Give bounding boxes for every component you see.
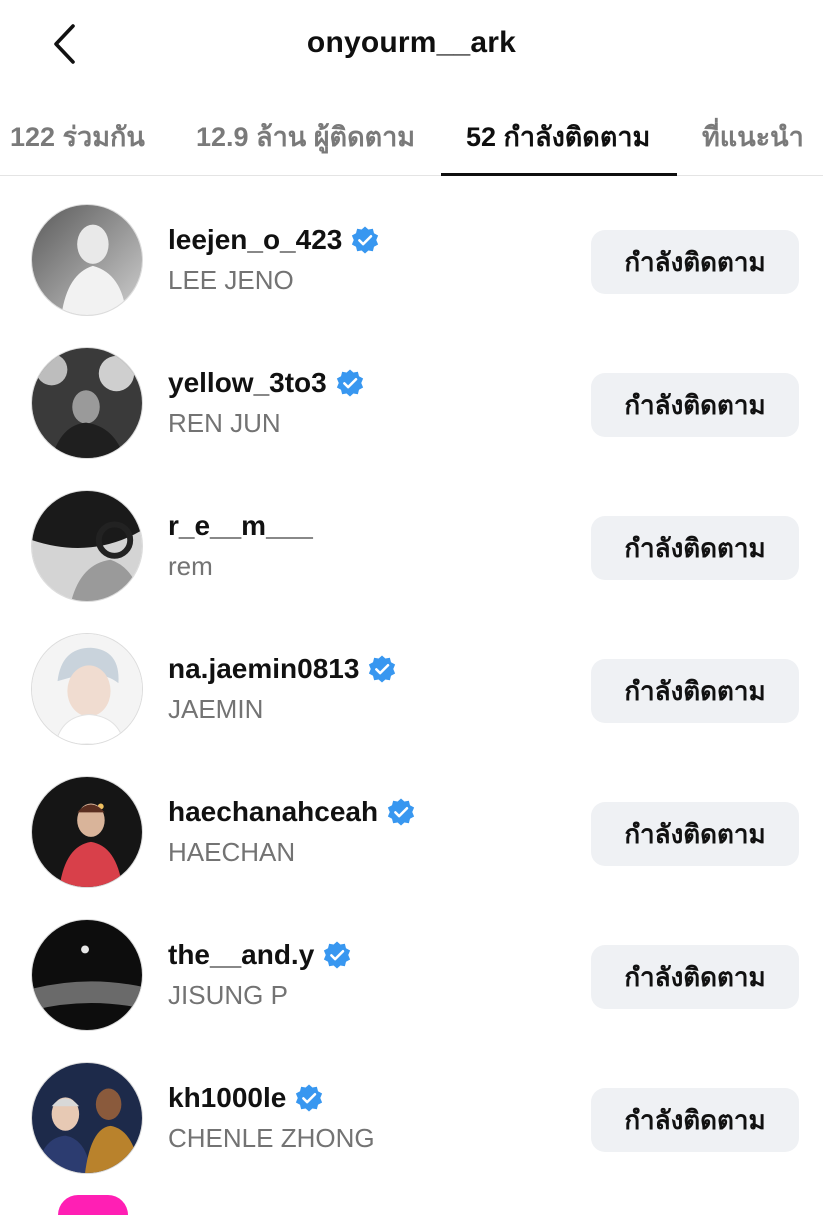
top-bar: onyourm__ark [0, 0, 823, 90]
username-link[interactable]: r_e__m___ [168, 510, 313, 542]
avatar[interactable] [31, 347, 143, 459]
avatar[interactable] [31, 633, 143, 745]
list-item[interactable]: r_e__m___ rem กำลังติดตาม [0, 462, 823, 605]
list-item[interactable]: yellow_3to3 REN JUN กำลังติดตาม [0, 319, 823, 462]
full-name: HAECHAN [168, 837, 296, 867]
verified-badge-icon [324, 941, 351, 969]
tab-following[interactable]: 52 กำลังติดตาม [466, 115, 650, 158]
username: haechanahceah [168, 796, 379, 827]
tab-followers[interactable]: 12.9 ล้าน ผู้ติดตาม [196, 115, 415, 158]
avatar[interactable] [31, 204, 143, 316]
username: kh1000le [168, 1082, 287, 1113]
avatar[interactable] [31, 776, 143, 888]
full-name: LEE JENO [168, 265, 294, 295]
tab-bar: 122 ร่วมกัน 12.9 ล้าน ผู้ติดตาม 52 กำลัง… [0, 90, 823, 176]
full-name: CHENLE ZHONG [168, 1123, 375, 1153]
list-item[interactable]: leejen_o_423 LEE JENO กำลังติดตาม [0, 176, 823, 319]
username-link[interactable]: leejen_o_423 [168, 224, 380, 256]
verified-badge-icon [387, 798, 415, 826]
tab-mutual[interactable]: 122 ร่วมกัน [10, 115, 145, 158]
full-name: JISUNG P [168, 980, 288, 1010]
page-title: onyourm__ark [306, 26, 517, 59]
list-item[interactable]: the__and.y JISUNG P กำลังติดตาม [0, 891, 823, 1034]
username-link[interactable]: the__and.y [168, 939, 352, 971]
verified-badge-icon [369, 655, 396, 683]
full-name: JAEMIN [168, 694, 264, 724]
username-link[interactable]: yellow_3to3 [168, 367, 365, 399]
verified-badge-icon [336, 369, 363, 397]
avatar[interactable] [58, 1195, 128, 1215]
avatar[interactable] [31, 1062, 143, 1174]
full-name: rem [168, 551, 213, 581]
following-button[interactable]: กำลังติดตาม [591, 659, 799, 723]
following-button[interactable]: กำลังติดตาม [591, 373, 799, 437]
following-button[interactable]: กำลังติดตาม [591, 516, 799, 580]
username-link[interactable]: kh1000le [168, 1082, 324, 1114]
username-link[interactable]: haechanahceah [168, 796, 416, 828]
username-link[interactable]: na.jaemin0813 [168, 653, 397, 685]
following-button[interactable]: กำลังติดตาม [591, 802, 799, 866]
list-item[interactable]: kh1000le CHENLE ZHONG กำลังติดตาม [0, 1034, 823, 1177]
following-button[interactable]: กำลังติดตาม [591, 945, 799, 1009]
avatar[interactable] [31, 919, 143, 1031]
username: yellow_3to3 [168, 367, 327, 398]
full-name: REN JUN [168, 408, 281, 438]
verified-badge-icon [352, 226, 379, 254]
following-list: leejen_o_423 LEE JENO กำลังติดตาม yellow… [0, 176, 823, 1177]
list-item[interactable]: haechanahceah HAECHAN กำลังติดตาม [0, 748, 823, 891]
list-item[interactable]: na.jaemin0813 JAEMIN กำลังติดตาม [0, 605, 823, 748]
username: the__and.y [168, 939, 315, 970]
following-button[interactable]: กำลังติดตาม [591, 230, 799, 294]
following-button[interactable]: กำลังติดตาม [591, 1088, 799, 1152]
username: leejen_o_423 [168, 224, 343, 255]
username: na.jaemin0813 [168, 653, 360, 684]
avatar[interactable] [31, 490, 143, 602]
tab-suggested[interactable]: ที่แนะนำ [702, 115, 804, 158]
verified-badge-icon [296, 1084, 323, 1112]
username: r_e__m___ [168, 510, 313, 541]
